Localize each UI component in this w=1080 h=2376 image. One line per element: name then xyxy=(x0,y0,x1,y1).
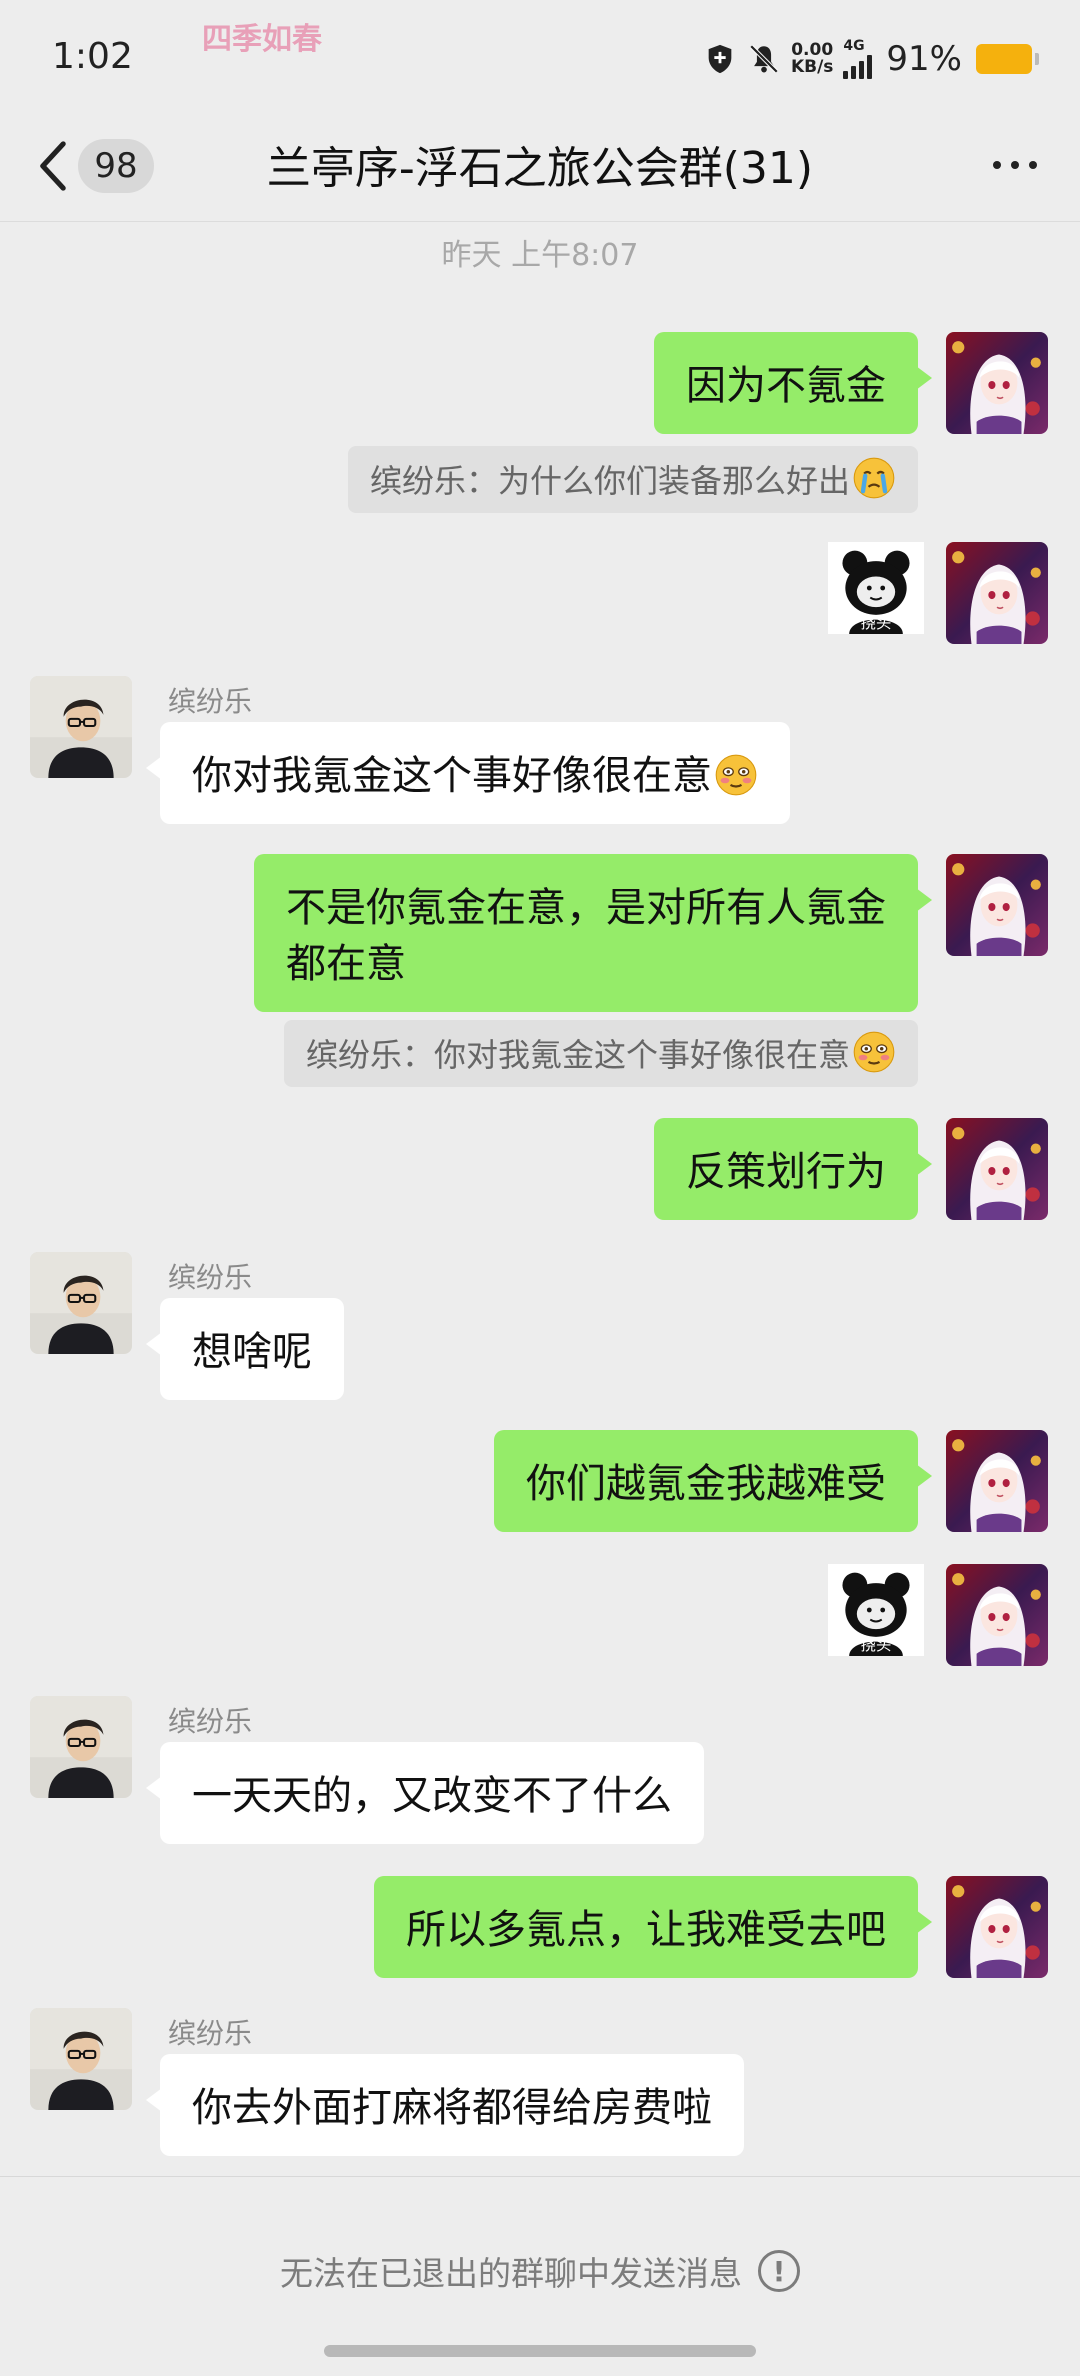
message-text-line: 都在意 xyxy=(286,941,406,987)
shield-icon xyxy=(708,44,732,74)
message-bubble-other[interactable]: 一天天的，又改变不了什么 xyxy=(146,1742,704,1844)
bell-muted-icon xyxy=(749,44,779,74)
message-bubble-other[interactable]: 你去外面打麻将都得给房费啦 xyxy=(146,2054,744,2156)
message-text: 你们越氪金我越难受 xyxy=(526,1461,886,1507)
person-avatar-image xyxy=(30,1696,132,1798)
flushed-face-icon xyxy=(852,1030,896,1074)
home-indicator[interactable] xyxy=(324,2345,756,2357)
sender-avatar[interactable] xyxy=(30,1252,132,1354)
notice-text: 无法在已退出的群聊中发送消息 xyxy=(280,2254,742,2293)
back-button[interactable]: 98 xyxy=(36,134,154,198)
message-bubble-self[interactable]: 反策划行为 xyxy=(654,1118,932,1220)
cannot-send-notice: 无法在已退出的群聊中发送消息 ! xyxy=(0,2247,1080,2295)
self-avatar[interactable] xyxy=(946,1118,1048,1220)
message-timestamp: 昨天 上午8:07 xyxy=(441,238,639,273)
anime-avatar-image xyxy=(946,332,1048,434)
sender-avatar[interactable] xyxy=(30,1696,132,1798)
quoted-message[interactable]: 缤纷乐：你对我氪金这个事好像很在意 xyxy=(283,1020,918,1087)
bear-sticker-icon: 挠头 xyxy=(828,542,924,634)
message-bubble-self[interactable]: 不是你氪金在意，是对所有人氪金 都在意 xyxy=(254,854,932,1012)
quote-text: 缤纷乐：你对我氪金这个事好像很在意 xyxy=(305,1036,850,1074)
self-avatar[interactable] xyxy=(946,1876,1048,1978)
message-text-line: 不是你氪金在意，是对所有人氪金 xyxy=(286,885,886,931)
network-type: 4G xyxy=(843,38,865,54)
signal-bars-icon xyxy=(843,53,873,79)
anime-avatar-image xyxy=(946,1430,1048,1532)
unread-count-badge: 98 xyxy=(78,139,154,193)
speed-unit: KB/s xyxy=(790,57,834,77)
sender-name: 缤纷乐 xyxy=(168,2017,253,2050)
message-bubble-other[interactable]: 你对我氪金这个事好像很在意 xyxy=(146,722,790,824)
self-avatar[interactable] xyxy=(946,542,1048,644)
dot-icon xyxy=(1029,161,1037,169)
message-text: 反策划行为 xyxy=(686,1149,886,1195)
sender-name: 缤纷乐 xyxy=(168,685,253,718)
network-speed: 0.00 KB/s xyxy=(791,42,833,76)
sender-avatar[interactable] xyxy=(30,2008,132,2110)
anime-avatar-image xyxy=(946,542,1048,644)
person-avatar-image xyxy=(30,2008,132,2110)
status-time: 1:02 xyxy=(52,36,133,77)
more-options-button[interactable] xyxy=(980,140,1050,190)
message-bubble-self[interactable]: 你们越氪金我越难受 xyxy=(494,1430,932,1532)
battery-icon xyxy=(976,44,1039,74)
message-bubble-self[interactable]: 因为不氪金 xyxy=(654,332,932,434)
anime-avatar-image xyxy=(946,1564,1048,1666)
status-overlay-text: 四季如春 xyxy=(202,22,322,57)
message-text: 所以多氪点，让我难受去吧 xyxy=(406,1907,886,1953)
message-text: 你对我氪金这个事好像很在意 xyxy=(192,753,712,799)
message-text: 想啥呢 xyxy=(192,1329,312,1375)
sticker-caption: 挠头 xyxy=(861,614,892,632)
message-bubble-other[interactable]: 想啥呢 xyxy=(146,1298,344,1400)
person-avatar-image xyxy=(30,1252,132,1354)
quote-text: 缤纷乐：为什么你们装备那么好出 xyxy=(369,462,850,500)
self-avatar[interactable] xyxy=(946,1430,1048,1532)
self-avatar[interactable] xyxy=(946,1564,1048,1666)
message-bubble-self[interactable]: 所以多氪点，让我难受去吧 xyxy=(374,1876,932,1978)
sticker-message[interactable]: 挠头 xyxy=(828,542,924,634)
person-avatar-image xyxy=(30,676,132,778)
battery-percent: 91% xyxy=(886,39,962,79)
quoted-message[interactable]: 缤纷乐：为什么你们装备那么好出 xyxy=(347,446,918,513)
message-text: 因为不氪金 xyxy=(686,363,886,409)
dot-icon xyxy=(1011,161,1019,169)
bear-sticker-icon: 挠头 xyxy=(828,1564,924,1656)
message-text: 一天天的，又改变不了什么 xyxy=(192,1773,672,1819)
dot-icon xyxy=(993,161,1001,169)
sender-name: 缤纷乐 xyxy=(168,1261,253,1294)
chat-header: 98 兰亭序-浮石之旅公会群(31) xyxy=(0,110,1080,222)
crying-face-icon xyxy=(852,456,896,500)
input-bar-disabled: 无法在已退出的群聊中发送消息 ! xyxy=(0,2176,1080,2376)
anime-avatar-image xyxy=(946,1876,1048,1978)
info-icon[interactable]: ! xyxy=(758,2250,800,2292)
flushed-face-icon xyxy=(714,753,758,797)
sticker-caption: 挠头 xyxy=(861,1636,892,1654)
chevron-left-icon xyxy=(40,141,66,191)
sender-avatar[interactable] xyxy=(30,676,132,778)
self-avatar[interactable] xyxy=(946,854,1048,956)
anime-avatar-image xyxy=(946,854,1048,956)
signal-indicator: 4G xyxy=(843,38,873,79)
anime-avatar-image xyxy=(946,1118,1048,1220)
sticker-message[interactable]: 挠头 xyxy=(828,1564,924,1656)
message-text: 你去外面打麻将都得给房费啦 xyxy=(192,2085,712,2131)
self-avatar[interactable] xyxy=(946,332,1048,434)
status-icons: 0.00 KB/s 4G 91% xyxy=(703,34,1039,84)
sender-name: 缤纷乐 xyxy=(168,1705,253,1738)
status-bar: 1:02 四季如春 0.00 KB/s 4G 91% xyxy=(0,0,1080,110)
chat-title: 兰亭序-浮石之旅公会群(31) xyxy=(266,143,814,194)
